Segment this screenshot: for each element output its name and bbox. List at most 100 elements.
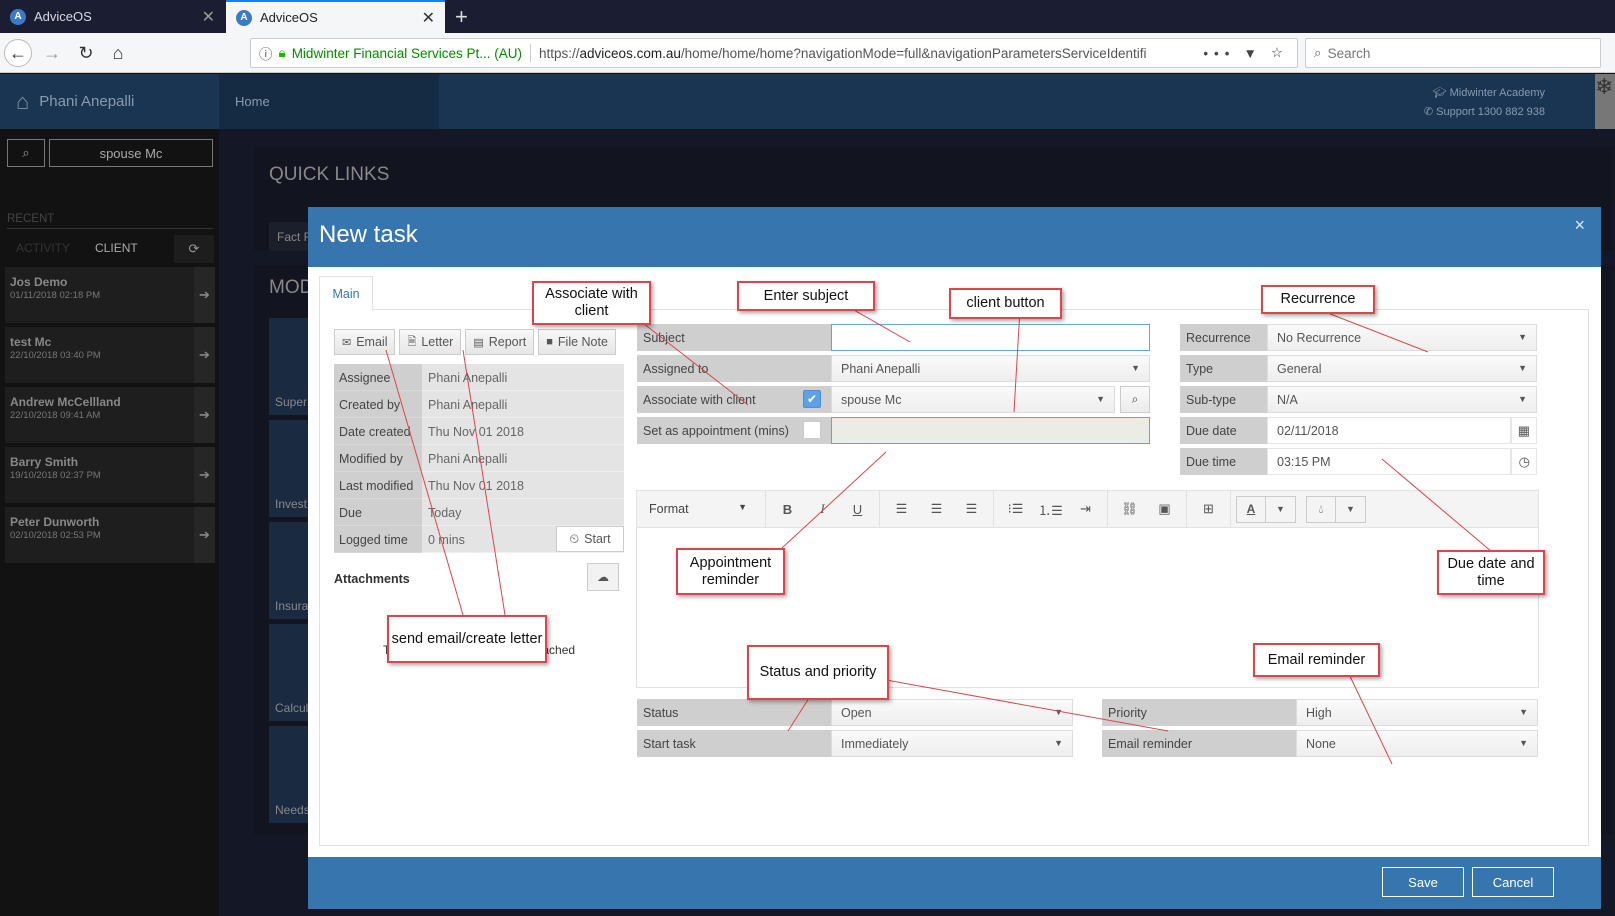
url-bar[interactable]: ⓘ 🔒︎ Midwinter Financial Services Pt... … <box>250 38 1298 68</box>
format-dropdown[interactable]: Format ▼ <box>641 502 761 516</box>
start-task-select[interactable]: Immediately ▼ <box>831 730 1073 757</box>
info-row: Date created Thu Nov 01 2018 <box>334 418 624 445</box>
nav-home[interactable]: Home <box>219 74 439 129</box>
assigned-select[interactable]: Phani Anepalli ▼ <box>831 355 1150 382</box>
reload-button[interactable]: ↻ <box>72 39 100 67</box>
refresh-button[interactable]: ⟳ <box>174 235 214 263</box>
arrow-right-icon[interactable]: ➔ <box>194 327 215 383</box>
indent-icon[interactable]: ⇥ <box>1068 501 1103 517</box>
bullet-list-icon[interactable]: ⁝☰ <box>998 501 1033 517</box>
recurrence-row: Recurrence No Recurrence ▼ <box>1180 324 1537 351</box>
file-note-button[interactable]: ■ File Note <box>538 329 616 355</box>
browser-tab-active[interactable]: A AdviceOS ✕ <box>226 0 445 33</box>
appointment-input[interactable] <box>831 417 1150 444</box>
letter-button[interactable]: 🗎 Letter <box>399 329 462 355</box>
align-center-icon[interactable]: ☰ <box>919 501 954 517</box>
report-button[interactable]: ▤ Report <box>465 329 535 355</box>
associate-checkbox[interactable]: ✔ <box>803 390 821 408</box>
due-date-input[interactable]: 02/11/2018 <box>1267 417 1511 444</box>
task-info-table: Assignee Phani Anepalli Created by Phani A… <box>334 364 624 553</box>
start-timer-button[interactable]: ⏲ Start <box>556 526 624 552</box>
image-icon[interactable]: ▣ <box>1147 501 1182 517</box>
subtype-select[interactable]: N/A ▼ <box>1267 386 1537 413</box>
info-icon[interactable]: ⓘ <box>259 43 273 63</box>
align-right-icon[interactable]: ☰ <box>954 501 989 517</box>
start-task-label: Start task <box>637 730 831 757</box>
tab-main[interactable]: Main <box>319 276 373 311</box>
email-reminder-select[interactable]: None ▼ <box>1296 730 1538 757</box>
close-tab-icon[interactable]: ✕ <box>422 8 435 28</box>
text-color-button[interactable]: A ▼ <box>1236 495 1296 523</box>
appointment-checkbox[interactable] <box>803 421 821 439</box>
email-button[interactable]: ✉ Email <box>334 329 396 355</box>
info-label: Created by <box>334 391 422 418</box>
subtype-row: Sub-type N/A ▼ <box>1180 386 1537 413</box>
url-text[interactable]: https://adviceos.com.au/home/home/home?n… <box>539 46 1195 61</box>
info-value: Phani Anepalli <box>422 445 624 472</box>
underline-icon[interactable]: U <box>840 502 875 517</box>
highlight-color-button[interactable]: 💧︎ ▼ <box>1306 495 1366 523</box>
table-group: ⊞ <box>1187 490 1231 528</box>
bookmark-star-icon[interactable]: ☆ <box>1271 45 1289 61</box>
close-tab-icon[interactable]: ✕ <box>202 7 215 27</box>
info-row: Logged time 0 mins ⏲ Start <box>334 526 624 553</box>
app-header: ⌂ Phani Anepalli Home 🎓︎ Midwinter Acade… <box>0 74 1615 129</box>
subject-row: Subject <box>637 324 1150 351</box>
modal-footer: Save Cancel <box>308 857 1601 909</box>
home-button[interactable]: ⌂ <box>104 39 132 67</box>
list-item[interactable]: Jos Demo 01/11/2018 02:18 PM ➔ <box>5 267 215 323</box>
priority-select[interactable]: High ▼ <box>1296 699 1538 726</box>
sidebar-search-button[interactable]: ⌕ <box>7 139 45 167</box>
arrow-right-icon[interactable]: ➔ <box>194 267 215 323</box>
client-search-button[interactable]: ⌕ <box>1120 386 1150 413</box>
client-select[interactable]: spouse Mc ▼ <box>831 386 1115 413</box>
back-button[interactable]: ← <box>4 39 32 67</box>
letter-label: Letter <box>421 335 454 349</box>
subject-input[interactable] <box>831 324 1150 351</box>
due-time-input[interactable]: 03:15 PM <box>1267 448 1511 475</box>
academy-link[interactable]: 🎓︎ Midwinter Academy <box>1424 84 1545 103</box>
cancel-button[interactable]: Cancel <box>1472 867 1554 897</box>
quick-links-title: QUICK LINKS <box>269 164 390 185</box>
browser-search-input[interactable]: ⌕ Search <box>1305 38 1601 68</box>
support-link[interactable]: ✆ Support 1300 882 938 <box>1424 103 1545 122</box>
type-select[interactable]: General ▼ <box>1267 355 1537 382</box>
user-home-link[interactable]: ⌂ Phani Anepalli <box>0 74 219 129</box>
forward-button[interactable]: → <box>38 39 66 67</box>
list-item[interactable]: Barry Smith 19/10/2018 02:37 PM ➔ <box>5 447 215 503</box>
italic-icon[interactable]: I <box>805 501 840 517</box>
info-value: Thu Nov 01 2018 <box>422 472 624 499</box>
tab-activity[interactable]: ACTIVITY <box>16 241 70 255</box>
close-icon[interactable]: × <box>1574 215 1585 236</box>
list-item[interactable]: Andrew McCellland 22/10/2018 09:41 AM ➔ <box>5 387 215 443</box>
pocket-icon[interactable]: ▼ <box>1244 46 1263 61</box>
page-actions-icon[interactable]: ••• <box>1203 46 1235 61</box>
subtype-value: N/A <box>1277 393 1298 407</box>
status-select[interactable]: Open ▼ <box>831 699 1073 726</box>
list-item[interactable]: Peter Dunworth 02/10/2018 02:53 PM ➔ <box>5 507 215 563</box>
table-icon[interactable]: ⊞ <box>1191 501 1226 517</box>
info-value: Phani Anepalli <box>422 391 624 418</box>
document-icon: 🗎 <box>407 335 417 348</box>
align-left-icon[interactable]: ☰ <box>884 501 919 517</box>
numbered-list-icon[interactable]: ⒈☰ <box>1033 500 1068 519</box>
arrow-right-icon[interactable]: ➔ <box>194 387 215 443</box>
upload-button[interactable]: ☁ <box>587 563 619 591</box>
arrow-right-icon[interactable]: ➔ <box>194 507 215 563</box>
calendar-button[interactable]: ▦ <box>1511 417 1537 444</box>
arrow-right-icon[interactable]: ➔ <box>194 447 215 503</box>
link-icon[interactable]: ⛓ <box>1112 501 1147 517</box>
tab-client[interactable]: CLIENT <box>95 241 138 255</box>
recurrence-select[interactable]: No Recurrence ▼ <box>1267 324 1537 351</box>
chevron-down-icon: ▼ <box>1519 738 1528 748</box>
browser-tab[interactable]: A AdviceOS ✕ <box>0 0 225 33</box>
bold-icon[interactable]: B <box>770 502 805 517</box>
list-item[interactable]: test Mc 22/10/2018 03:40 PM ➔ <box>5 327 215 383</box>
time-button[interactable]: ◷ <box>1511 448 1537 475</box>
save-button[interactable]: Save <box>1382 867 1464 897</box>
assigned-value: Phani Anepalli <box>841 362 921 376</box>
new-tab-button[interactable]: + <box>455 4 468 30</box>
sidebar-search-input[interactable]: spouse Mc <box>49 139 213 167</box>
editor-toolbar: Format ▼ B I U ☰ ☰ ☰ ⁝☰ ⒈☰ ⇥ ⛓ ▣ ⊞ A ▼ 💧… <box>637 490 1538 528</box>
recurrence-label: Recurrence <box>1180 324 1267 351</box>
